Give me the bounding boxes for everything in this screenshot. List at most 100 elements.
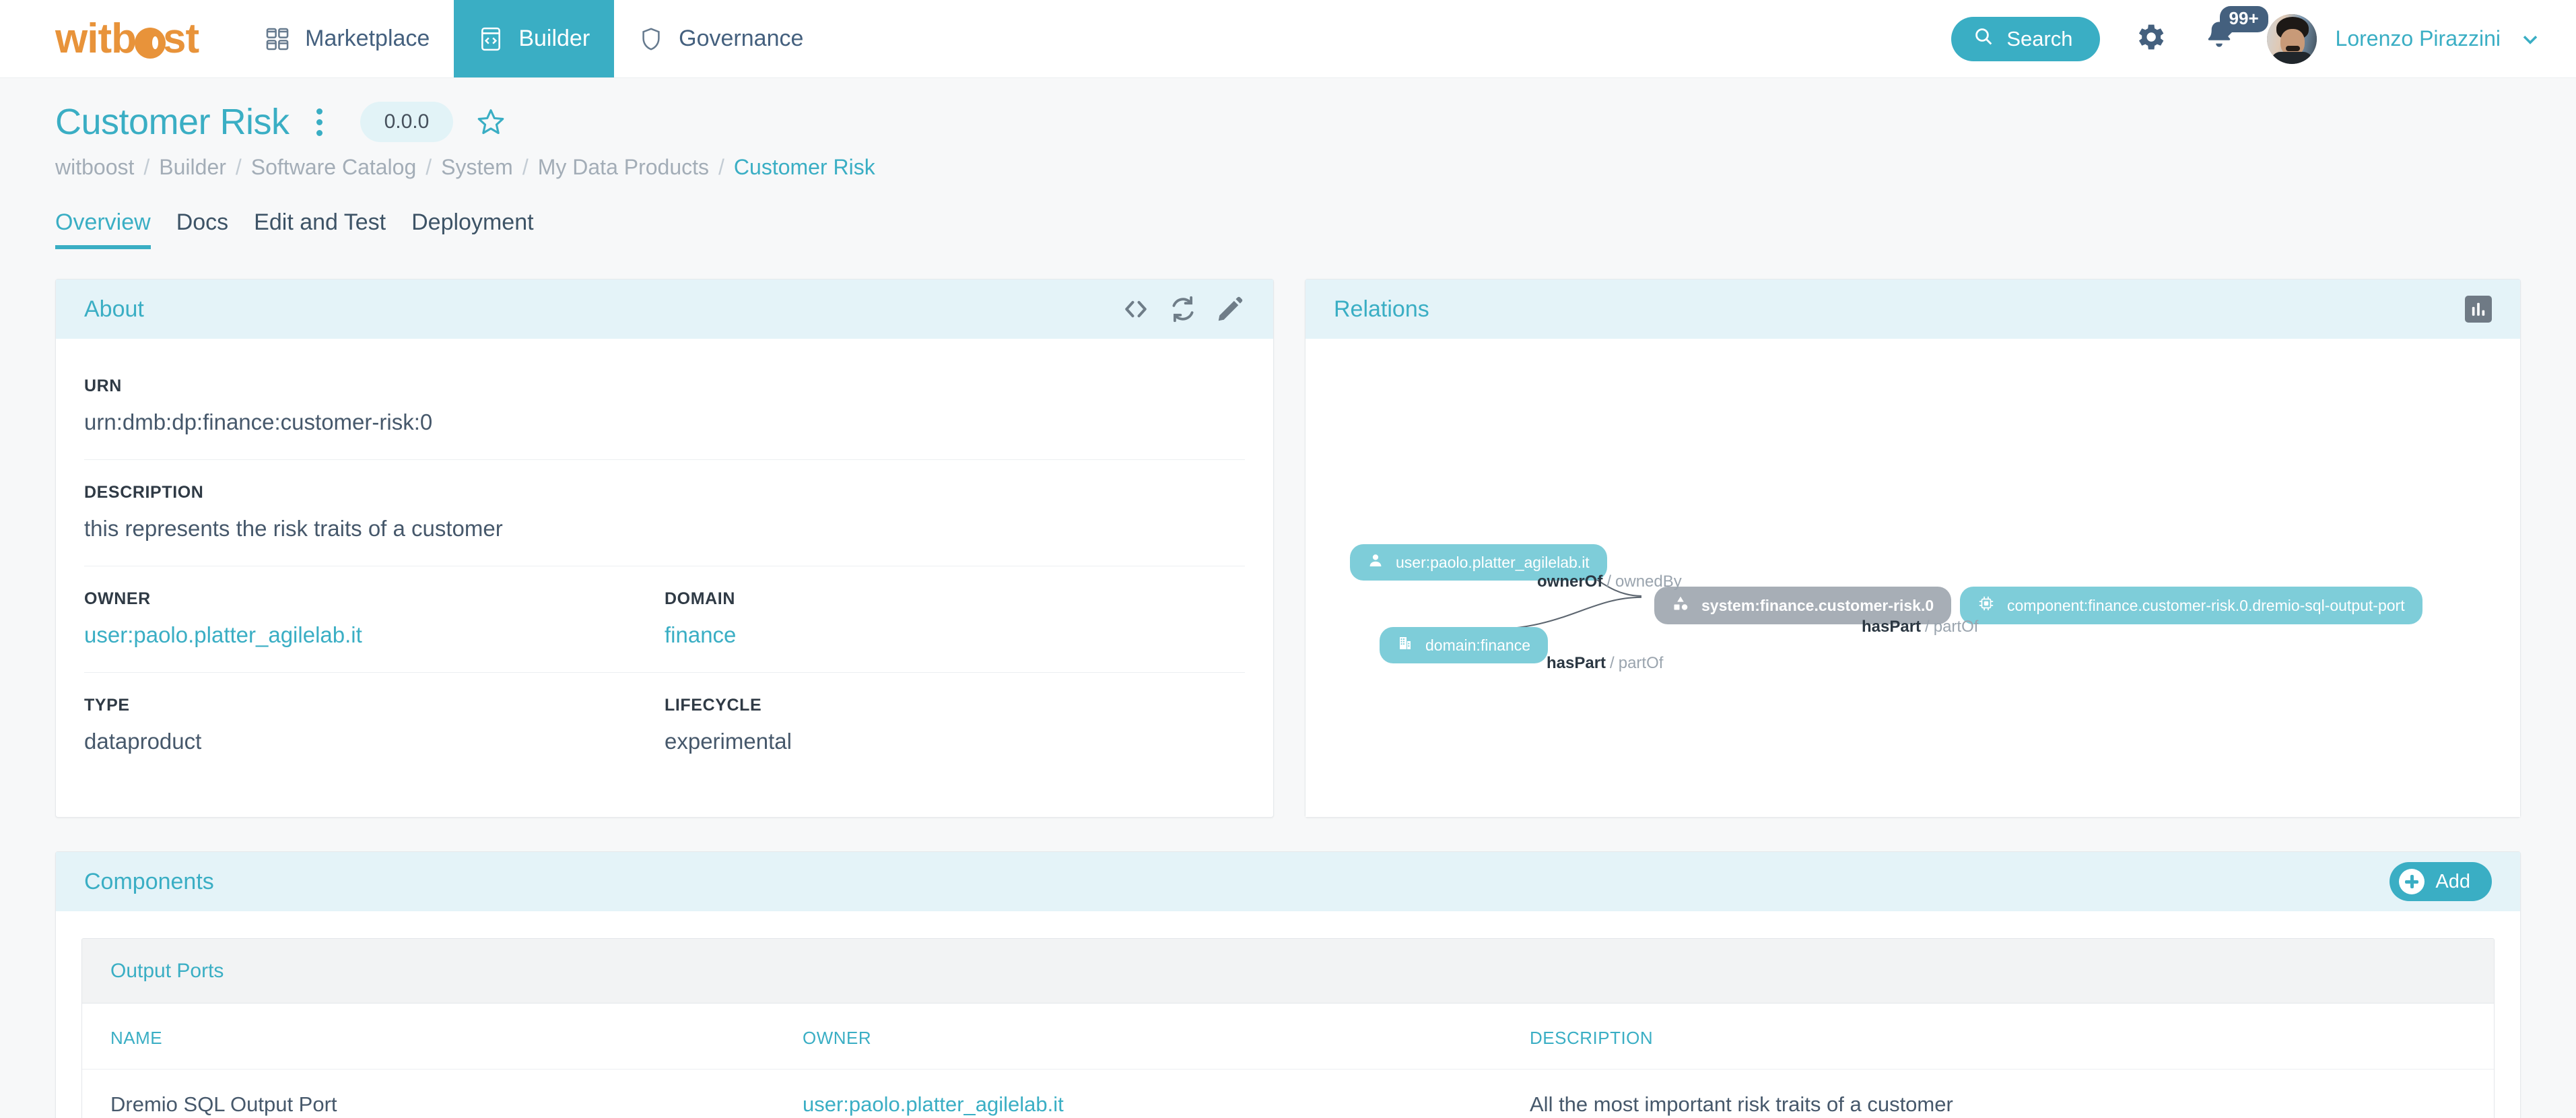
field-label-owner: OWNER: [84, 589, 151, 608]
breadcrumb-item-3[interactable]: System: [441, 155, 513, 180]
relations-card-title: Relations: [1334, 296, 1429, 322]
column-header-owner: OWNER: [803, 1004, 1530, 1070]
view-code-icon[interactable]: [1121, 294, 1151, 324]
relations-card-actions: [2465, 296, 2492, 323]
tab-deployment[interactable]: Deployment: [411, 209, 533, 249]
graph-node-domain[interactable]: domain:finance: [1380, 627, 1548, 663]
edit-pencil-icon[interactable]: [1215, 294, 1245, 324]
breadcrumb-item-0[interactable]: witboost: [55, 155, 134, 180]
components-card-header: Components Add: [56, 852, 2520, 911]
building-icon: [1397, 635, 1413, 655]
edge-label-forward: hasPart: [1547, 654, 1606, 672]
notifications-badge: 99+: [2219, 6, 2268, 39]
field-value-domain[interactable]: finance: [665, 622, 1245, 648]
search-icon: [1973, 26, 1994, 53]
graph-edge-label-ownerof: ownerOf / ownedBy: [1537, 572, 1682, 591]
graph-edge-label-haspart-domain: hasPart / partOf: [1547, 654, 1663, 673]
breadcrumb: witboost / Builder / Software Catalog / …: [55, 155, 2521, 180]
column-header-name: NAME: [82, 1004, 803, 1070]
gear-icon: [2132, 20, 2167, 58]
about-card: About URN urn:dmb:dp:finance:customer-ri…: [55, 279, 1274, 818]
tab-edit-and-test[interactable]: Edit and Test: [254, 209, 386, 249]
page-content: Customer Risk 0.0.0 witboost / Builder /…: [0, 78, 2576, 1118]
nav-item-marketplace[interactable]: Marketplace: [240, 0, 454, 77]
edge-label-forward: hasPart: [1862, 618, 1922, 636]
about-card-body: URN urn:dmb:dp:finance:customer-risk:0 D…: [56, 339, 1273, 779]
favorite-star-icon[interactable]: [476, 107, 506, 137]
field-value-type: dataproduct: [84, 729, 202, 754]
field-type: TYPE dataproduct: [84, 696, 665, 754]
graph-node-domain-label: domain:finance: [1425, 636, 1530, 654]
avatar[interactable]: [2266, 13, 2317, 64]
relations-card: Relations user:paolo.platter_agilelab.it…: [1305, 279, 2521, 818]
username-label: Lorenzo Pirazzini: [2335, 26, 2501, 51]
brand-logo-dot-icon: [134, 27, 166, 59]
field-label-urn: URN: [84, 376, 122, 395]
nav-item-builder[interactable]: Builder: [454, 0, 615, 77]
brand-text-after: st: [162, 15, 199, 62]
field-domain: DOMAIN finance: [665, 589, 1245, 648]
about-row-type-lifecycle: TYPE dataproduct LIFECYCLE experimental: [84, 673, 1245, 779]
chevron-down-icon[interactable]: [2518, 27, 2542, 51]
field-value-description: this represents the risk traits of a cus…: [84, 516, 503, 541]
person-icon: [1367, 552, 1384, 572]
nav-right-cluster: Search 99+ Lorenzo Pirazzini: [1951, 0, 2576, 77]
nav-label-builder: Builder: [518, 26, 590, 51]
relations-graph[interactable]: user:paolo.platter_agilelab.it domain:fi…: [1306, 339, 2520, 817]
graph-node-component-label: component:finance.customer-risk.0.dremio…: [2007, 596, 2405, 614]
cell-description: All the most important risk traits of a …: [1530, 1092, 1953, 1116]
witboost-logo[interactable]: witb st: [0, 0, 199, 77]
field-label-domain: DOMAIN: [665, 589, 735, 608]
field-lifecycle: LIFECYCLE experimental: [665, 696, 1245, 754]
nav-item-governance[interactable]: Governance: [614, 0, 827, 77]
edge-label-reverse: partOf: [1618, 654, 1664, 672]
breadcrumb-separator: /: [718, 155, 724, 179]
chip-icon: [1977, 595, 1995, 616]
graph-node-component[interactable]: component:finance.customer-risk.0.dremio…: [1960, 587, 2422, 624]
top-navigation-bar: witb st Marketplace Builder Governance S…: [0, 0, 2576, 78]
tab-docs[interactable]: Docs: [176, 209, 228, 249]
breadcrumb-item-1[interactable]: Builder: [159, 155, 226, 180]
breadcrumb-separator: /: [426, 155, 432, 179]
output-ports-table-wrapper: Output Ports NAME OWNER DESCRIPTION Drem…: [81, 938, 2495, 1118]
column-header-description: DESCRIPTION: [1530, 1004, 2494, 1070]
add-button-label: Add: [2435, 870, 2470, 892]
components-card-title: Components: [84, 868, 214, 894]
about-row-description: DESCRIPTION this represents the risk tra…: [84, 460, 1245, 566]
refresh-icon[interactable]: [1168, 294, 1198, 324]
tab-overview[interactable]: Overview: [55, 209, 151, 249]
graph-node-user-label: user:paolo.platter_agilelab.it: [1396, 553, 1590, 571]
cell-owner[interactable]: user:paolo.platter_agilelab.it: [803, 1070, 1530, 1118]
breadcrumb-item-current[interactable]: Customer Risk: [734, 155, 875, 180]
version-badge[interactable]: 0.0.0: [360, 102, 454, 142]
table-row[interactable]: Dremio SQL Output Port user:paolo.platte…: [82, 1070, 2494, 1118]
field-urn: URN urn:dmb:dp:finance:customer-risk:0: [84, 376, 1245, 435]
field-description: DESCRIPTION this represents the risk tra…: [84, 483, 1245, 541]
settings-button[interactable]: [2132, 20, 2167, 58]
shield-icon: [638, 26, 664, 52]
field-owner: OWNER user:paolo.platter_agilelab.it: [84, 589, 665, 648]
bar-chart-icon[interactable]: [2465, 296, 2492, 323]
notifications-button[interactable]: 99+: [2202, 6, 2268, 59]
breadcrumb-item-2[interactable]: Software Catalog: [251, 155, 416, 180]
page-title-row: Customer Risk 0.0.0: [55, 78, 2521, 143]
code-window-icon: [478, 26, 504, 52]
field-label-lifecycle: LIFECYCLE: [665, 696, 762, 715]
breadcrumb-separator: /: [235, 155, 242, 179]
field-value-urn: urn:dmb:dp:finance:customer-risk:0: [84, 409, 433, 434]
field-value-owner[interactable]: user:paolo.platter_agilelab.it: [84, 622, 665, 648]
more-options-icon[interactable]: [307, 104, 332, 140]
graph-node-system-label: system:finance.customer-risk.0: [1701, 596, 1934, 614]
output-ports-header: Output Ports: [82, 939, 2494, 1004]
graph-edge-label-haspart-component: hasPart / partOf: [1862, 618, 1978, 636]
add-component-button[interactable]: Add: [2389, 862, 2492, 901]
edge-label-reverse: partOf: [1933, 618, 1979, 636]
edge-label-separator: /: [1606, 572, 1612, 591]
table-header-row: NAME OWNER DESCRIPTION: [82, 1004, 2494, 1070]
system-shapes-icon: [1672, 595, 1689, 616]
grid-icon: [265, 26, 290, 52]
search-button-label: Search: [2006, 26, 2073, 51]
search-button[interactable]: Search: [1951, 16, 2100, 61]
breadcrumb-separator: /: [522, 155, 529, 179]
breadcrumb-item-4[interactable]: My Data Products: [538, 155, 709, 180]
